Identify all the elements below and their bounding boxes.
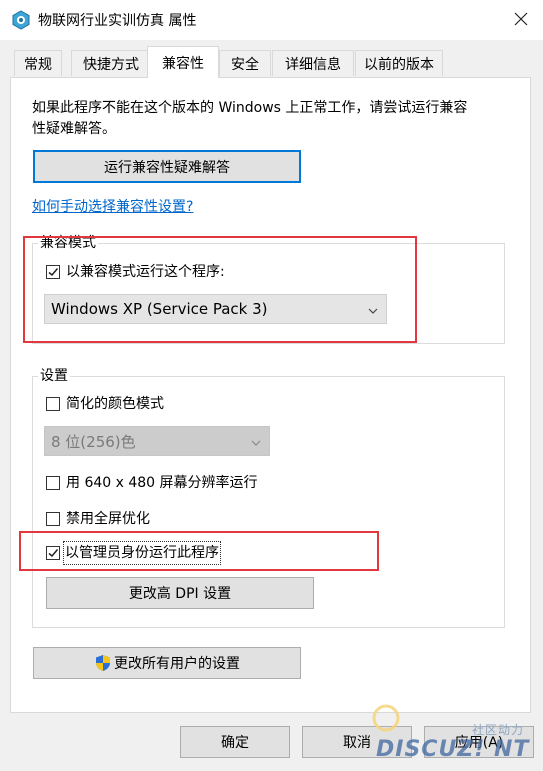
- intro-text-line2: 性疑难解答。: [32, 121, 116, 137]
- res-640-label[interactable]: 用 640 x 480 屏幕分辨率运行: [66, 472, 258, 494]
- chevron-down-icon: [251, 432, 261, 450]
- disable-fullscreen-checkbox[interactable]: [46, 512, 60, 526]
- color-mode-value: 8 位(256)色: [51, 432, 136, 451]
- run-troubleshooter-button[interactable]: 运行兼容性疑难解答: [33, 150, 301, 183]
- intro-text-line1: 如果此程序不能在这个版本的 Windows 上正常工作，请尝试运行兼容: [32, 100, 468, 116]
- disable-fullscreen-label[interactable]: 禁用全屏优化: [66, 508, 150, 530]
- app-icon: [10, 9, 32, 31]
- highlight-box-compat: [23, 236, 417, 343]
- settings-group-label: 设置: [38, 365, 70, 385]
- res-640-checkbox[interactable]: [46, 476, 60, 490]
- tab-general[interactable]: 常规: [14, 50, 62, 76]
- tab-shortcut[interactable]: 快捷方式: [71, 50, 151, 76]
- highlight-box-admin: [19, 531, 379, 571]
- tab-compatibility[interactable]: 兼容性: [147, 46, 219, 78]
- watermark-tagline: 社区动力: [472, 723, 525, 737]
- ok-button[interactable]: 确定: [180, 726, 290, 758]
- window-title: 物联网行业实训仿真 属性: [38, 13, 197, 29]
- all-users-label: 更改所有用户的设置: [114, 656, 240, 672]
- uac-shield-icon: [96, 655, 110, 671]
- close-button[interactable]: [502, 4, 540, 34]
- reduced-color-checkbox[interactable]: [46, 397, 60, 411]
- tab-details[interactable]: 详细信息: [272, 50, 354, 76]
- watermark-brand: DISCUZ! NT: [376, 737, 530, 762]
- tab-previous-versions[interactable]: 以前的版本: [355, 50, 443, 76]
- tab-security[interactable]: 安全: [219, 50, 271, 76]
- all-users-button[interactable]: 更改所有用户的设置: [33, 647, 301, 679]
- high-dpi-button[interactable]: 更改高 DPI 设置: [46, 577, 314, 609]
- reduced-color-label[interactable]: 简化的颜色模式: [66, 393, 164, 415]
- close-icon: [514, 12, 528, 26]
- manual-compat-link[interactable]: 如何手动选择兼容性设置?: [32, 196, 193, 216]
- color-mode-select: 8 位(256)色: [44, 426, 270, 456]
